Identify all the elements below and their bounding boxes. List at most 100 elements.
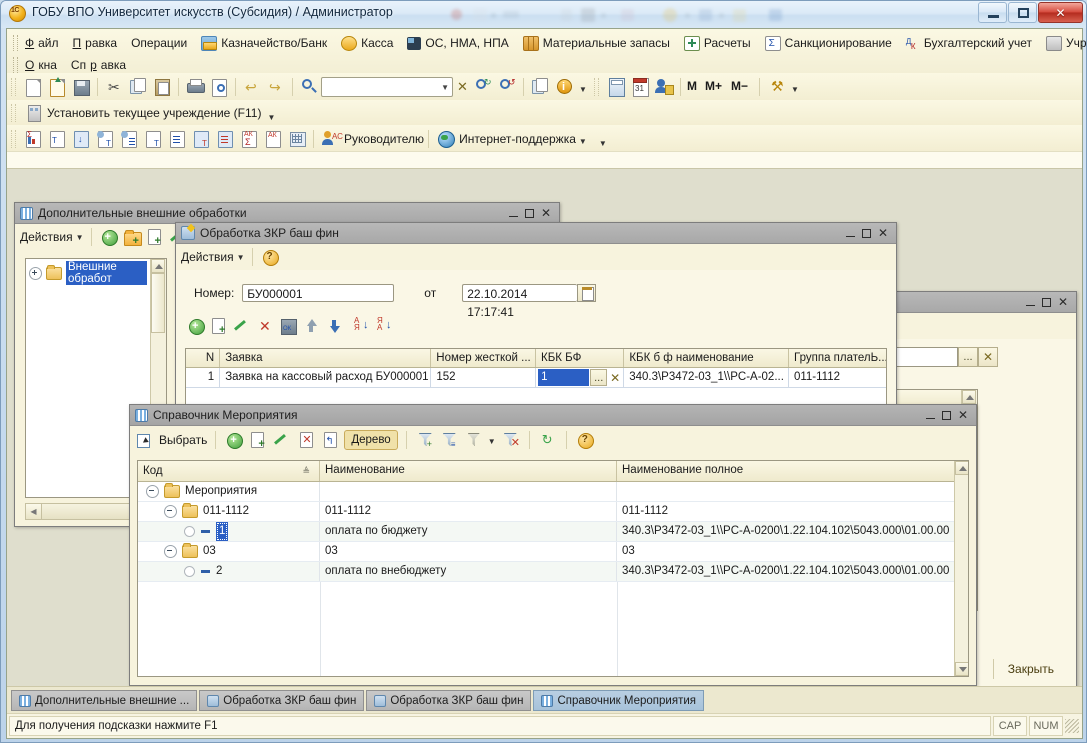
tree-toggle-button[interactable]: Дерево (344, 430, 398, 450)
col-name[interactable]: Наименование (320, 461, 617, 481)
row-code[interactable]: 1 (216, 522, 229, 541)
help-icon[interactable]: ? (260, 247, 280, 267)
tree-root-row[interactable]: Внешние обработ (26, 259, 150, 287)
print-icon[interactable] (184, 76, 206, 98)
report-ak-icon[interactable]: АК (262, 128, 284, 150)
col-kbk-name[interactable]: КБК б ф наименование (624, 349, 790, 367)
copy-record-icon[interactable]: + (145, 227, 165, 247)
catalog-vertical-scrollbar[interactable] (954, 461, 968, 676)
memory-m-button[interactable]: M (686, 76, 702, 98)
taskbar-item-processing-1[interactable]: Обработка ЗКР баш фин (199, 690, 365, 711)
plus-icon[interactable] (29, 266, 42, 280)
chevron-down-icon[interactable]: ▼ (237, 253, 245, 262)
menu-item-fixed-assets[interactable]: ОС, НМА, НПА (400, 34, 515, 52)
background-close-button[interactable]: Закрыть (992, 659, 1068, 679)
close-icon[interactable]: ✕ (958, 409, 968, 421)
menu-item-operations[interactable]: Операции (124, 34, 194, 52)
menu-item-edit[interactable]: Правка (66, 34, 125, 52)
report-sigma2-icon[interactable]: АК Σ (238, 128, 260, 150)
scroll-left-button[interactable]: ◀ (26, 504, 42, 519)
add-folder-icon[interactable]: + (122, 227, 142, 247)
add-icon[interactable]: + (99, 227, 119, 247)
sort-asc-icon[interactable]: А Я ↓ (351, 316, 371, 336)
tree-root-label[interactable]: Внешние обработ (66, 261, 147, 285)
window-minimize-button[interactable] (978, 2, 1007, 23)
delete-mark-icon[interactable]: ✕ (296, 430, 316, 450)
find-prev-icon[interactable]: ↺ (496, 76, 518, 98)
minus-icon[interactable] (146, 485, 159, 498)
new-document-icon[interactable] (22, 76, 44, 98)
taskbar-item-external-processings[interactable]: Дополнительные внешние ... (11, 690, 198, 711)
minimize-icon[interactable] (1025, 304, 1035, 306)
filter-set-icon[interactable]: + (415, 430, 435, 450)
report-card-t-icon[interactable]: Т (94, 128, 116, 150)
save-document-icon[interactable] (70, 76, 92, 98)
more-dropdown-icon[interactable]: ▼ (265, 102, 277, 124)
chevron-down-icon[interactable]: ▼ (76, 233, 84, 242)
window-catalog-events[interactable]: Справочник Мероприятия ✕ Выбрать + + ✕ ↰… (129, 404, 977, 686)
delete-icon[interactable]: ✕ (255, 316, 275, 336)
col-n[interactable]: N (186, 349, 221, 367)
redo-icon[interactable]: ↪ (265, 76, 287, 98)
lookup-button[interactable]: ... (958, 347, 978, 367)
copy-row-icon[interactable]: + (209, 316, 229, 336)
search-input[interactable]: ▼ (321, 77, 453, 97)
restore-icon[interactable]: ↰ (320, 430, 340, 450)
actions-menu-button[interactable]: Действия (20, 230, 73, 244)
globe-icon[interactable] (434, 128, 456, 150)
menu-item-help[interactable]: Сп р авка (64, 56, 133, 74)
report-doc-list-icon[interactable] (166, 128, 188, 150)
move-up-icon[interactable] (301, 316, 321, 336)
scroll-thumb[interactable] (151, 273, 165, 333)
tree-row[interactable]: 03 03 03 (138, 542, 955, 562)
edit-icon[interactable] (232, 316, 252, 336)
tree-row[interactable]: 011-1112 011-1112 011-1112 (138, 502, 955, 522)
open-document-icon[interactable] (46, 76, 68, 98)
col-full-name[interactable]: Наименование полное (617, 461, 954, 481)
cell-kbk-bf[interactable]: 1 ... ✕ (536, 368, 625, 387)
clear-x-icon[interactable]: ✕ (454, 76, 470, 98)
taskbar-item-catalog-events[interactable]: Справочник Мероприятия (533, 690, 704, 711)
filter-clear-icon[interactable]: ✕ (501, 430, 521, 450)
scroll-up-button[interactable] (151, 259, 165, 273)
chevron-down-icon[interactable]: ▼ (577, 128, 589, 150)
calendar-icon[interactable]: 31 (629, 76, 651, 98)
close-icon[interactable]: ✕ (1058, 296, 1068, 308)
save-dok-icon[interactable]: ОК (278, 316, 298, 336)
window-close-button[interactable]: ✕ (1038, 2, 1083, 23)
close-icon[interactable]: ✕ (541, 207, 551, 219)
maximize-icon[interactable] (941, 410, 951, 420)
menu-item-materials[interactable]: Материальные запасы (516, 34, 677, 53)
maximize-icon[interactable] (524, 208, 534, 218)
minimize-icon[interactable] (845, 235, 855, 237)
cut-icon[interactable]: ✂ (103, 76, 125, 98)
menu-item-cash[interactable]: Касса (334, 34, 400, 53)
info-dropdown-icon[interactable]: ▼ (577, 76, 589, 98)
col-group[interactable]: Группа плателЬ... (789, 349, 886, 367)
window-maximize-button[interactable] (1008, 2, 1037, 23)
undo-icon[interactable]: ↩ (241, 76, 263, 98)
manager-label[interactable]: Руководителю (344, 132, 424, 146)
sort-desc-icon[interactable]: Я А ↓ (374, 316, 394, 336)
clear-button[interactable]: ✕ (978, 347, 998, 367)
memory-m-plus-button[interactable]: M+ (704, 76, 728, 98)
paste-icon[interactable] (151, 76, 173, 98)
report-sigma-icon[interactable]: Σ (22, 128, 44, 150)
catalog-grid[interactable]: Код ≜ Наименование Наименование полное М… (137, 460, 969, 677)
report-doc-list2-icon[interactable] (214, 128, 236, 150)
user-settings-icon[interactable] (653, 76, 675, 98)
menu-item-accounting[interactable]: ДК Бухгалтерский учет (899, 34, 1039, 52)
select-icon[interactable] (135, 430, 155, 450)
calendar-icon[interactable] (577, 284, 597, 302)
help-icon[interactable]: ? (575, 430, 595, 450)
report-doc-t2-icon[interactable]: Т (190, 128, 212, 150)
filter-by-value-icon[interactable]: ≡ (439, 430, 459, 450)
menu-item-windows[interactable]: Окна (18, 56, 64, 74)
table-row[interactable]: 1 Заявка на кассовый расход БУ000001 ...… (186, 368, 886, 388)
actions-menu-button[interactable]: Действия (181, 250, 234, 264)
minus-icon[interactable] (164, 505, 177, 518)
tree-row[interactable]: Мероприятия (138, 482, 955, 502)
date-field-group[interactable]: 22.10.2014 17:17:41 (462, 284, 597, 319)
select-button-label[interactable]: Выбрать (159, 433, 207, 447)
memory-m-minus-button[interactable]: M− (730, 76, 754, 98)
